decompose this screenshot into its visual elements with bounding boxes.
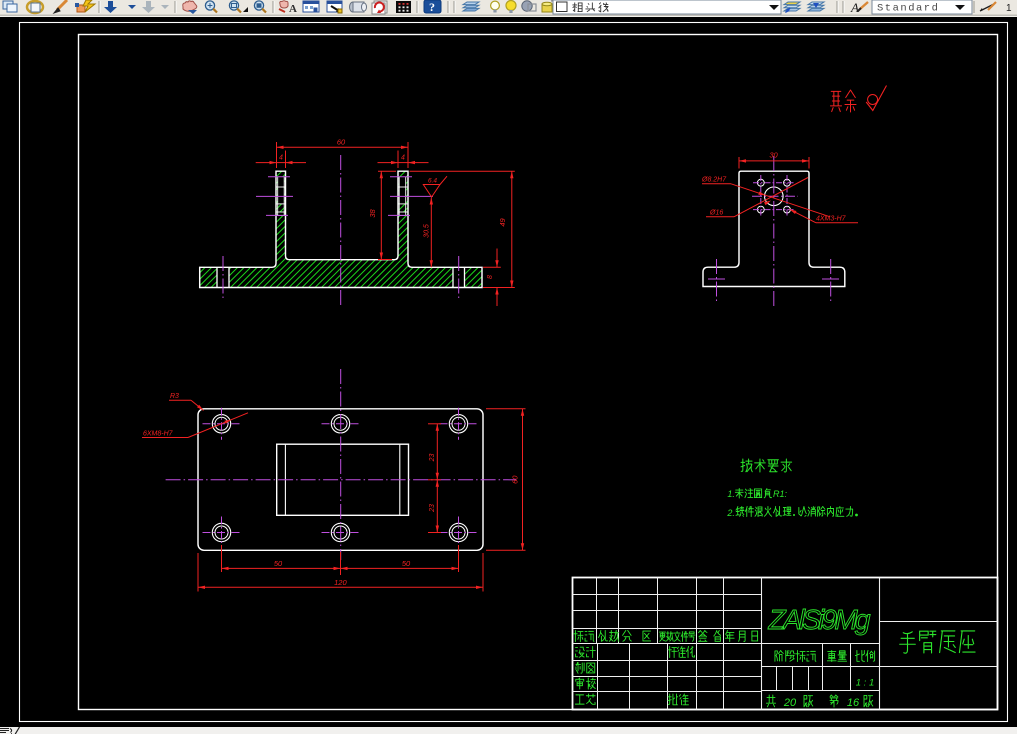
- svg-text:30: 30: [769, 151, 778, 160]
- svg-text:20: 20: [783, 697, 797, 709]
- svg-text:A: A: [850, 0, 859, 15]
- svg-text:30.5: 30.5: [424, 224, 431, 238]
- svg-text:50: 50: [402, 559, 411, 568]
- svg-text:60: 60: [510, 475, 519, 484]
- svg-text:60: 60: [337, 138, 346, 147]
- svg-text:Standard: Standard: [877, 3, 939, 15]
- svg-text:Ø16: Ø16: [709, 210, 723, 217]
- svg-text:50: 50: [274, 559, 283, 568]
- svg-text:23: 23: [429, 454, 436, 463]
- svg-text:R3: R3: [170, 393, 179, 400]
- svg-text:4: 4: [401, 155, 405, 162]
- svg-text:49: 49: [498, 218, 507, 227]
- svg-text:2.: 2.: [726, 508, 735, 518]
- svg-text:R1:: R1:: [773, 489, 788, 499]
- svg-text:23: 23: [429, 504, 436, 513]
- svg-text:38: 38: [368, 209, 377, 218]
- svg-text:1 : 1: 1 : 1: [856, 678, 875, 689]
- svg-text:1.: 1.: [727, 489, 735, 499]
- svg-text:8: 8: [487, 275, 494, 279]
- svg-text:1: 1: [1006, 3, 1012, 14]
- svg-text:ZAlSi9Mg: ZAlSi9Mg: [768, 604, 871, 635]
- svg-text:6XM8-H7: 6XM8-H7: [143, 430, 174, 437]
- svg-text:?: ?: [429, 0, 435, 14]
- svg-text:6.4: 6.4: [428, 178, 437, 185]
- svg-text:4: 4: [279, 155, 283, 162]
- svg-text:Ø8.2H7: Ø8.2H7: [701, 177, 727, 184]
- svg-text:16: 16: [847, 697, 860, 709]
- svg-text:4XM3-H7: 4XM3-H7: [816, 216, 847, 223]
- svg-text:120: 120: [334, 578, 347, 587]
- svg-text:A: A: [289, 3, 297, 15]
